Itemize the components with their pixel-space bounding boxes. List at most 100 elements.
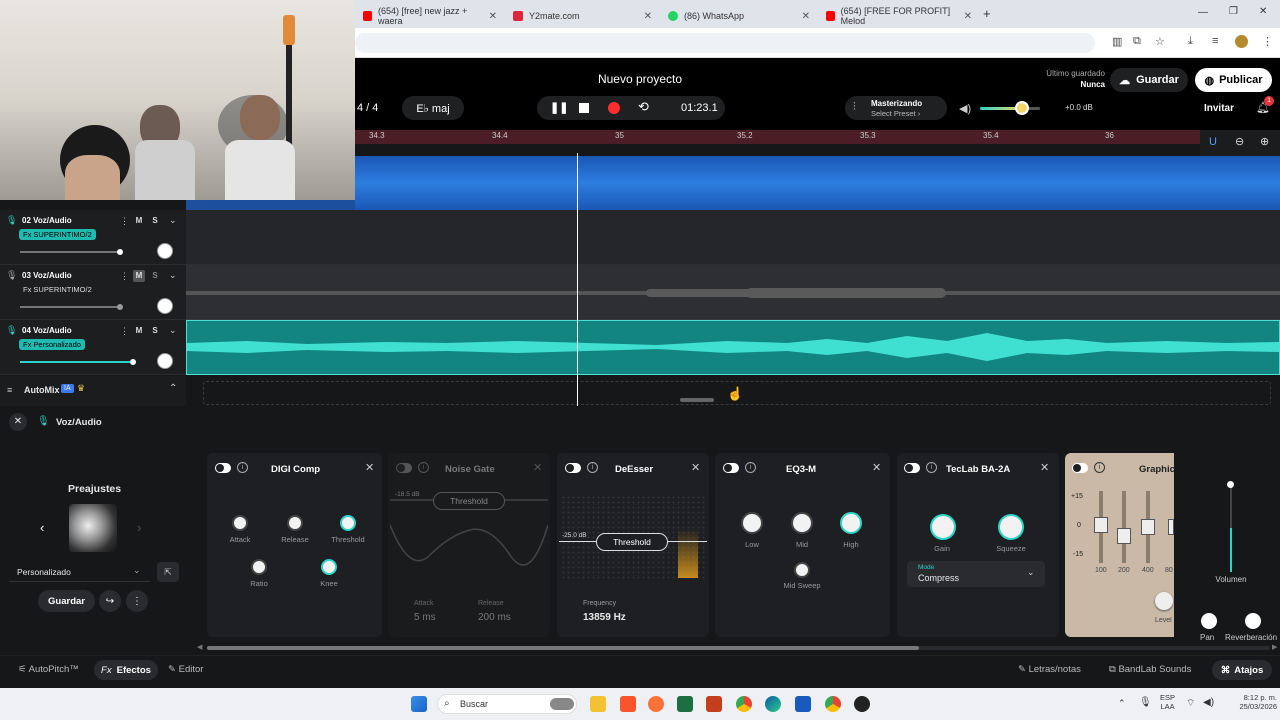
close-tab-icon[interactable]: ✕: [802, 11, 810, 22]
squeeze-knob[interactable]: [998, 514, 1024, 540]
fx-tag[interactable]: Fx SUPERINTIMO/2: [19, 284, 96, 295]
more-icon[interactable]: ⋮: [120, 216, 129, 227]
ratio-knob[interactable]: [251, 559, 267, 575]
powerpoint-icon[interactable]: [706, 696, 722, 712]
solo-button[interactable]: S: [149, 215, 161, 227]
track-lane-04[interactable]: [186, 320, 1280, 375]
reverb-knob[interactable]: [1245, 613, 1261, 629]
cast-icon[interactable]: ⧉: [1133, 35, 1141, 48]
more-options-icon[interactable]: ⋮: [126, 590, 148, 612]
info-icon[interactable]: i: [237, 462, 248, 473]
volume-fader-handle[interactable]: [1227, 481, 1234, 488]
chrome-profile-icon[interactable]: [825, 696, 841, 712]
save-button[interactable]: ☁ Guardar: [1110, 68, 1188, 92]
edge-icon[interactable]: [765, 696, 781, 712]
pan-knob[interactable]: [1201, 613, 1217, 629]
publish-button[interactable]: ◍ Publicar: [1195, 68, 1272, 92]
save-preset-button[interactable]: Guardar: [38, 590, 95, 612]
language-indicator[interactable]: ESP LAA: [1160, 693, 1175, 711]
effects-tab[interactable]: Fx Efectos: [94, 660, 158, 680]
sidebar-icon[interactable]: ▥: [1112, 35, 1122, 48]
project-title[interactable]: Nuevo proyecto: [560, 72, 720, 86]
speaker-icon[interactable]: ◀): [959, 102, 971, 115]
solo-button[interactable]: S: [149, 270, 161, 282]
close-icon[interactable]: ✕: [533, 461, 542, 474]
pan-knob[interactable]: [157, 353, 173, 369]
track-volume-slider[interactable]: [20, 361, 135, 363]
bookmark-star-icon[interactable]: ☆: [1155, 35, 1165, 48]
autopitch-tab[interactable]: ⚟ AutoPitch™: [18, 664, 79, 675]
magnet-icon[interactable]: U: [1209, 136, 1217, 148]
scroll-right-icon[interactable]: ▶: [1272, 643, 1277, 651]
fx-scrollbar-thumb[interactable]: [207, 646, 919, 650]
track-name[interactable]: 03 Voz/Audio: [22, 271, 72, 280]
track-volume-slider[interactable]: [20, 251, 120, 253]
resize-handle[interactable]: [680, 398, 714, 402]
loop-icon[interactable]: ⟲: [638, 99, 649, 115]
wifi-icon[interactable]: ⌔: [1186, 697, 1195, 710]
close-icon[interactable]: ✕: [872, 461, 881, 474]
close-panel-button[interactable]: ✕: [9, 413, 27, 431]
taskbar-search[interactable]: ⌕ Buscar: [437, 694, 577, 714]
release-knob[interactable]: [287, 515, 303, 531]
shortcuts-button[interactable]: ⌘ Atajos: [1212, 660, 1272, 680]
info-icon[interactable]: i: [587, 462, 598, 473]
browser-tab[interactable]: (654) [FREE FOR PROFIT] Melod ✕: [818, 4, 980, 28]
attack-value[interactable]: 5 ms: [414, 612, 436, 623]
mic-tray-icon[interactable]: 🎙︎: [1139, 697, 1152, 708]
slider-handle[interactable]: [117, 304, 123, 310]
browser-tab[interactable]: Y2mate.com ✕: [505, 4, 660, 28]
master-volume-slider[interactable]: [980, 107, 1040, 110]
mute-button[interactable]: M: [133, 215, 145, 227]
release-value[interactable]: 200 ms: [478, 612, 511, 623]
threshold-handle[interactable]: Threshold: [433, 492, 505, 510]
noisegate-toggle[interactable]: [396, 463, 412, 473]
preset-select[interactable]: Personalizado ⌄: [9, 562, 150, 582]
chevron-up-icon[interactable]: ⌃: [169, 383, 177, 394]
close-icon[interactable]: ✕: [365, 461, 374, 474]
close-window-icon[interactable]: ✕: [1259, 6, 1267, 17]
track-header-03[interactable]: 🎙︎ 03 Voz/Audio Fx SUPERINTIMO/2 ⋮ M S ⌄: [0, 265, 186, 320]
fx-tag[interactable]: Fx Personalizado: [19, 339, 85, 350]
track-lane-02[interactable]: [186, 210, 1280, 265]
mode-select[interactable]: Mode Compress ⌄: [907, 561, 1045, 587]
obs-icon[interactable]: [854, 696, 870, 712]
minimize-icon[interactable]: —: [1198, 7, 1208, 18]
teclab-toggle[interactable]: [904, 463, 920, 473]
frequency-value[interactable]: 13859 Hz: [583, 612, 626, 623]
playhead[interactable]: [577, 153, 578, 406]
threshold-knob[interactable]: [340, 515, 356, 531]
next-preset-icon[interactable]: ›: [137, 520, 141, 535]
close-tab-icon[interactable]: ✕: [489, 11, 497, 22]
info-icon[interactable]: i: [1094, 462, 1105, 473]
close-icon[interactable]: ✕: [1040, 461, 1049, 474]
threshold-handle[interactable]: Threshold: [596, 533, 668, 551]
mute-button[interactable]: M: [133, 270, 145, 282]
scroll-left-icon[interactable]: ◀: [197, 643, 202, 651]
mute-button[interactable]: M: [133, 325, 145, 337]
lyrics-button[interactable]: ✎ Letras/notas: [1018, 664, 1081, 675]
preset-artwork[interactable]: [69, 504, 117, 552]
profile-avatar[interactable]: [1235, 35, 1248, 48]
chevron-up-icon[interactable]: ⌃: [1118, 698, 1126, 709]
mastering-button[interactable]: ⫶ Masterizando Select Preset ›: [845, 96, 947, 120]
pan-knob[interactable]: [157, 298, 173, 314]
clock[interactable]: 8:12 p. m. 25/03/2026: [1225, 693, 1277, 711]
slider-handle[interactable]: [117, 249, 123, 255]
mid-sweep-knob[interactable]: [794, 562, 810, 578]
pan-knob[interactable]: [157, 243, 173, 259]
level-knob[interactable]: [1155, 592, 1173, 610]
volume-handle[interactable]: [1015, 101, 1029, 115]
automix-label[interactable]: AutoMix: [24, 385, 60, 395]
menu-icon[interactable]: ⋮: [1262, 35, 1273, 48]
key-selector[interactable]: E♭ maj: [402, 96, 464, 120]
volume-tray-icon[interactable]: ◀): [1203, 697, 1214, 708]
eq-band-slider[interactable]: [1141, 519, 1155, 535]
invite-button[interactable]: Invitar: [1194, 97, 1244, 119]
reset-preset-icon[interactable]: ⇱: [157, 562, 179, 582]
info-icon[interactable]: i: [926, 462, 937, 473]
download-icon[interactable]: ⤓: [1188, 35, 1193, 48]
eq-band-slider[interactable]: [1117, 528, 1131, 544]
knee-knob[interactable]: [321, 559, 337, 575]
stop-icon[interactable]: [579, 103, 589, 113]
